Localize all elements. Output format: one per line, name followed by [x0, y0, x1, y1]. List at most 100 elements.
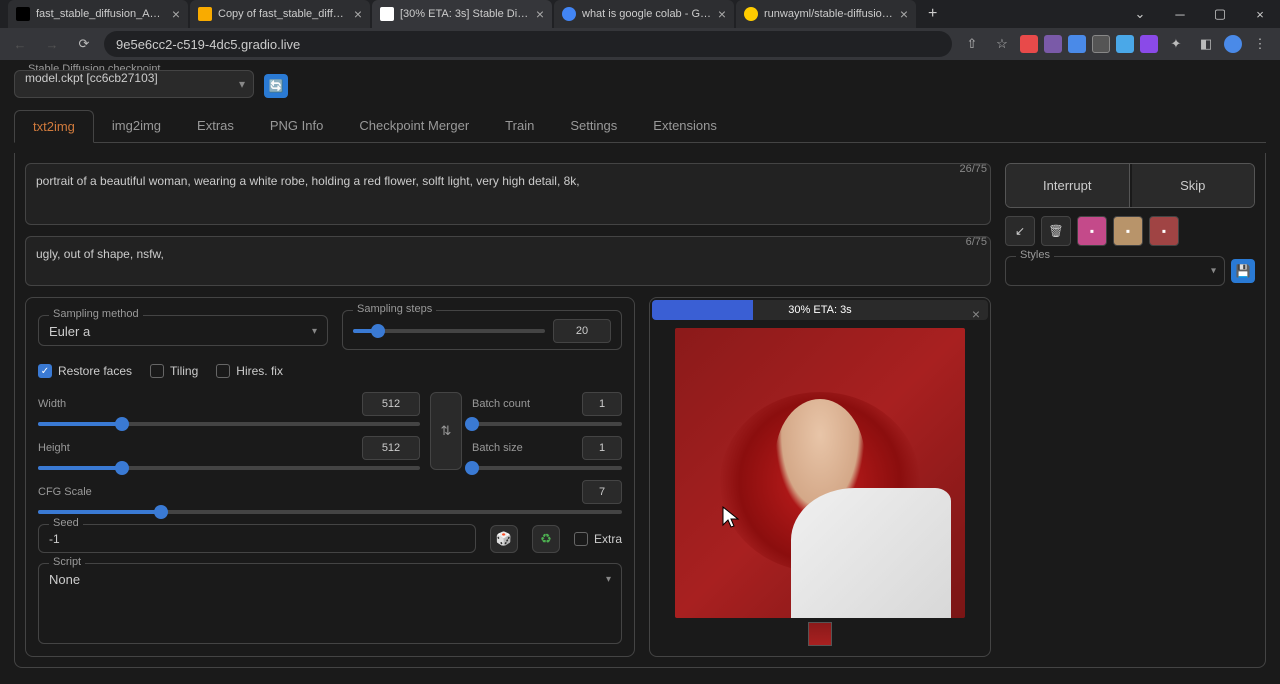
prompt-token-count: 26/75: [959, 163, 987, 175]
cb-label: Extra: [594, 532, 622, 546]
width-slider[interactable]: [38, 422, 420, 426]
checkpoint-select[interactable]: model.ckpt [cc6cb27103]: [14, 70, 254, 98]
preview-image[interactable]: [675, 328, 965, 618]
close-preview-icon[interactable]: ×: [972, 306, 980, 322]
sidepanel-icon[interactable]: ◧: [1194, 32, 1218, 56]
close-icon[interactable]: ×: [900, 7, 908, 21]
field-label: CFG Scale: [38, 486, 92, 498]
batch-size-input[interactable]: [582, 436, 622, 460]
height-input[interactable]: [362, 436, 420, 460]
tab-img2img[interactable]: img2img: [94, 110, 179, 142]
save-style-button[interactable]: 💾: [1231, 259, 1255, 283]
close-icon[interactable]: ×: [354, 7, 362, 21]
tab-extensions[interactable]: Extensions: [635, 110, 735, 142]
extensions-icon[interactable]: ✦: [1164, 32, 1188, 56]
preview-panel: 30% ETA: 3s ×: [649, 297, 991, 657]
url-input[interactable]: 9e5e6cc2-c519-4dc5.gradio.live: [104, 31, 952, 57]
share-icon[interactable]: ⇧: [960, 32, 984, 56]
tab-txt2img[interactable]: txt2img: [14, 110, 94, 143]
batch-count-slider[interactable]: [472, 422, 622, 426]
close-icon[interactable]: ×: [718, 7, 726, 21]
extension-icon[interactable]: [1116, 35, 1134, 53]
extension-icon[interactable]: [1092, 35, 1110, 53]
forward-button[interactable]: →: [40, 32, 64, 56]
cb-label: Hires. fix: [236, 364, 283, 378]
sampling-method-field: Sampling method Euler a ▾: [38, 315, 328, 346]
close-icon[interactable]: ×: [536, 7, 544, 21]
browser-tab[interactable]: fast_stable_diffusion_AUTOM×: [8, 0, 188, 28]
height-slider[interactable]: [38, 466, 420, 470]
skip-button[interactable]: Skip: [1132, 164, 1255, 207]
tab-checkpoint-merger[interactable]: Checkpoint Merger: [341, 110, 487, 142]
tab-png-info[interactable]: PNG Info: [252, 110, 341, 142]
profile-icon[interactable]: [1224, 35, 1242, 53]
reuse-seed-button[interactable]: ♻: [532, 525, 560, 553]
thumbnail[interactable]: [808, 622, 832, 646]
width-input[interactable]: [362, 392, 420, 416]
restore-faces-checkbox[interactable]: ✓Restore faces: [38, 364, 132, 378]
tool-buttons: ↙ 🗑 ▪ ▪ ▪: [1005, 216, 1255, 246]
neg-prompt-input[interactable]: [25, 236, 991, 286]
back-button[interactable]: ←: [8, 32, 32, 56]
swap-dimensions-button[interactable]: ⇅: [430, 392, 462, 470]
sampling-steps-input[interactable]: [553, 319, 611, 343]
tiling-checkbox[interactable]: Tiling: [150, 364, 198, 378]
cfg-field: CFG Scale: [38, 480, 622, 514]
extension-icon[interactable]: [1044, 35, 1062, 53]
minimize-icon[interactable]: ─: [1160, 0, 1200, 28]
chevron-down-icon[interactable]: ⌄: [1120, 0, 1160, 28]
content-panel: 26/75 6/75 Sampling method Euler a ▾: [14, 153, 1266, 668]
random-seed-button[interactable]: 🎲: [490, 525, 518, 553]
batch-size-slider[interactable]: [472, 466, 622, 470]
hires-fix-checkbox[interactable]: Hires. fix: [216, 364, 283, 378]
extension-icon[interactable]: [1068, 35, 1086, 53]
extra-seed-checkbox[interactable]: Extra: [574, 532, 622, 546]
interrupt-button[interactable]: Interrupt: [1006, 164, 1130, 207]
field-label: Sampling steps: [353, 303, 436, 315]
select-value: Euler a: [49, 324, 90, 339]
field-label: Script: [49, 556, 85, 568]
extension-icon[interactable]: [1140, 35, 1158, 53]
left-column: 26/75 6/75 Sampling method Euler a ▾: [25, 163, 991, 657]
script-select[interactable]: None ▾: [49, 572, 611, 587]
field-label: Sampling method: [49, 308, 143, 320]
sampling-steps-slider[interactable]: [353, 329, 545, 333]
red-tool-button[interactable]: ▪: [1149, 216, 1179, 246]
arrow-tool-button[interactable]: ↙: [1005, 216, 1035, 246]
star-icon[interactable]: ☆: [990, 32, 1014, 56]
batch-count-input[interactable]: [582, 392, 622, 416]
browser-tab-active[interactable]: [30% ETA: 3s] Stable Diffusion×: [372, 0, 552, 28]
seed-row: Seed 🎲 ♻ Extra: [38, 524, 622, 553]
styles-select[interactable]: Styles ▾: [1005, 256, 1225, 286]
tab-extras[interactable]: Extras: [179, 110, 252, 142]
maximize-icon[interactable]: ▢: [1200, 0, 1240, 28]
tab-settings[interactable]: Settings: [552, 110, 635, 142]
chevron-down-icon: ▾: [1211, 266, 1216, 277]
cfg-slider[interactable]: [38, 510, 622, 514]
reload-button[interactable]: ⟳: [72, 32, 96, 56]
close-icon[interactable]: ×: [172, 7, 180, 21]
batch-count-field: Batch count: [472, 392, 622, 426]
seed-field: Seed: [38, 524, 476, 553]
browser-tab[interactable]: runwayml/stable-diffusion-v1×: [736, 0, 916, 28]
menu-icon[interactable]: ⋮: [1248, 32, 1272, 56]
cfg-input[interactable]: [582, 480, 622, 504]
extension-icon[interactable]: [1020, 35, 1038, 53]
refresh-checkpoint-button[interactable]: 🔄: [264, 74, 288, 98]
generation-panel: Sampling method Euler a ▾ Sampling steps: [25, 297, 991, 657]
prompt-input[interactable]: [25, 163, 991, 225]
tab-train[interactable]: Train: [487, 110, 552, 142]
close-window-icon[interactable]: ×: [1240, 0, 1280, 28]
sampling-method-select[interactable]: Euler a ▾: [49, 324, 317, 339]
field-label: Height: [38, 442, 82, 454]
tab-title: what is google colab - Googl: [582, 8, 712, 20]
tab-title: Copy of fast_stable_diffusion: [218, 8, 348, 20]
new-tab-button[interactable]: +: [918, 5, 947, 23]
tan-tool-button[interactable]: ▪: [1113, 216, 1143, 246]
thumbnail-strip: [650, 622, 990, 646]
seed-input[interactable]: [49, 532, 465, 546]
browser-tab[interactable]: what is google colab - Googl ×: [554, 0, 734, 28]
pink-tool-button[interactable]: ▪: [1077, 216, 1107, 246]
browser-tab[interactable]: Copy of fast_stable_diffusion ×: [190, 0, 370, 28]
trash-tool-button[interactable]: 🗑: [1041, 216, 1071, 246]
